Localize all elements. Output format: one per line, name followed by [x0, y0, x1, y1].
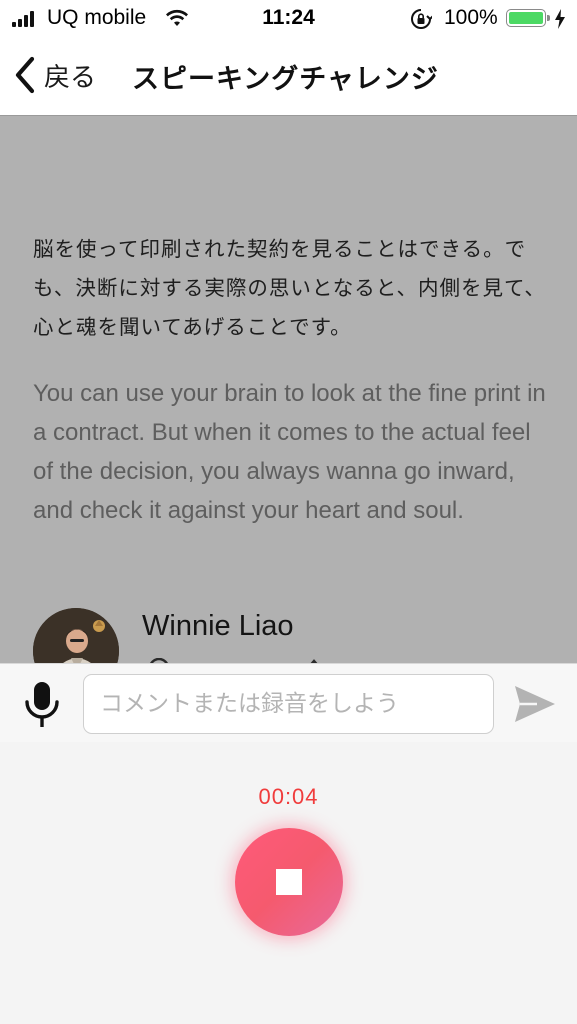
charging-bolt-icon [555, 9, 565, 29]
comment-input[interactable] [83, 674, 494, 734]
quote-japanese: 脳を使って印刷された契約を見ることはできる。でも、決断に対する実際の思いとなると… [33, 237, 546, 339]
back-button[interactable]: 戻る [12, 52, 96, 98]
page-title: スピーキングチャレンジ [132, 64, 439, 95]
recording-timer: 00:04 [258, 784, 319, 809]
challenge-content: 脳を使って印刷された契約を見ることはできる。でも、決断に対する実際の思いとなると… [0, 116, 577, 663]
author-avatar[interactable] [33, 608, 119, 663]
author-name: Winnie Liao [142, 610, 294, 642]
stop-recording-button[interactable] [235, 828, 343, 936]
chevron-left-icon [15, 56, 35, 94]
quote-english: You can use your brain to look at the fi… [33, 380, 546, 524]
battery-icon [506, 9, 550, 27]
navigation-bar: 戻る スピーキングチャレンジ [0, 38, 577, 116]
stop-icon [276, 869, 302, 895]
paper-plane-icon[interactable] [513, 684, 557, 724]
input-bar [0, 663, 577, 742]
rotation-lock-icon [411, 9, 432, 29]
status-bar: UQ mobile 11:24 100% [0, 0, 577, 38]
back-label: 戻る [44, 62, 97, 93]
microphone-icon[interactable] [22, 682, 62, 728]
avatar-photo [33, 608, 119, 663]
battery-percentage: 100% [444, 6, 498, 29]
